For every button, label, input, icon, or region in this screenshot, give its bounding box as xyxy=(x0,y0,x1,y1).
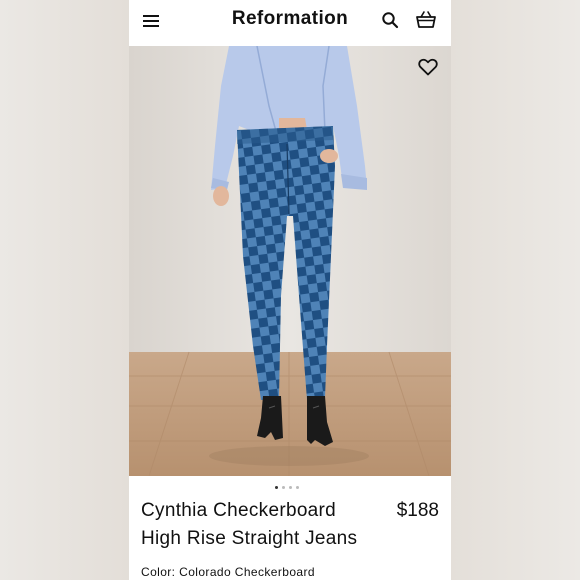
search-icon[interactable] xyxy=(381,11,399,29)
image-pagination-dots xyxy=(275,486,303,492)
heart-icon[interactable] xyxy=(418,58,438,76)
color-selection-label: Color: Colorado Checkerboard xyxy=(141,565,315,579)
hamburger-menu-icon[interactable] xyxy=(143,12,161,30)
pagination-dot[interactable] xyxy=(282,486,285,489)
shopping-bag-icon[interactable] xyxy=(415,10,437,30)
pagination-dot[interactable] xyxy=(275,486,278,489)
brand-logo[interactable]: Reformation xyxy=(129,8,451,30)
backdrop-right xyxy=(451,0,580,580)
top-navigation-bar: Reformation xyxy=(129,0,451,47)
product-price: $188 xyxy=(396,500,439,521)
pagination-dot[interactable] xyxy=(296,486,299,489)
product-photo xyxy=(129,46,451,476)
product-title: Cynthia Checkerboard High Rise Straight … xyxy=(141,500,358,549)
product-image[interactable] xyxy=(129,46,451,476)
product-page: Reformation Cynthia Checkerboard High Ri… xyxy=(129,0,451,580)
backdrop-left xyxy=(0,0,129,580)
pagination-dot[interactable] xyxy=(289,486,292,489)
